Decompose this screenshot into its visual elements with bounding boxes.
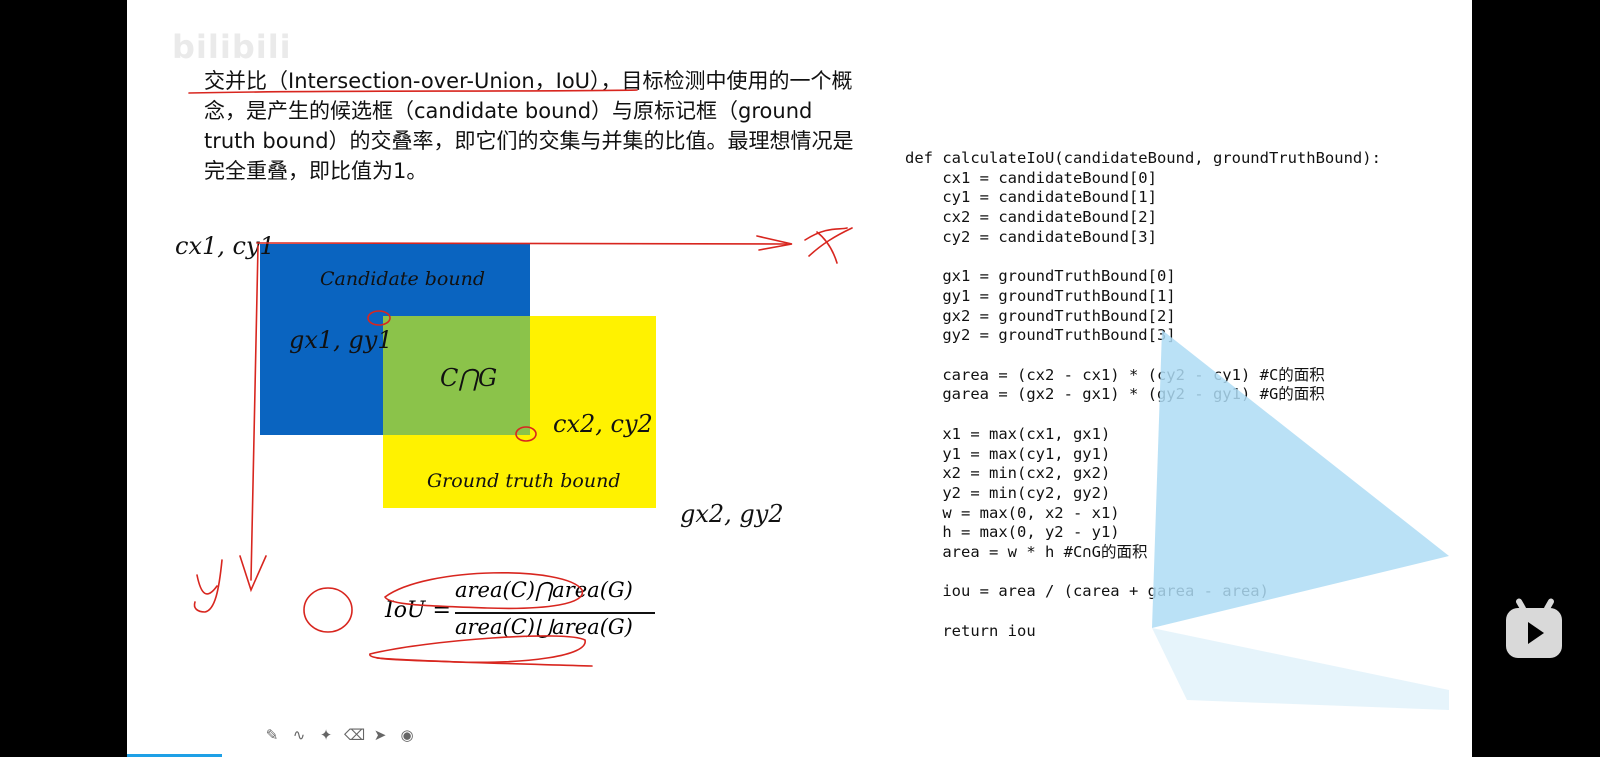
y-glyph (193, 559, 223, 613)
decorative-triangle-fade (1152, 628, 1449, 710)
iou-circle (303, 587, 353, 633)
x-axis-arrow (256, 242, 788, 245)
x-glyph (804, 227, 853, 264)
gx1-circle (367, 310, 391, 326)
annotation-layer (188, 89, 1449, 710)
red-annotations (188, 89, 853, 667)
decorative-triangle (1152, 330, 1449, 628)
pen-icon[interactable]: ✎ (263, 726, 281, 744)
record-icon[interactable]: ◉ (398, 726, 416, 744)
play-icon[interactable] (1506, 608, 1562, 658)
eraser-icon[interactable]: ⌫ (344, 726, 365, 744)
pointer-icon[interactable]: ➤ (371, 726, 389, 744)
y-arrowhead (239, 555, 267, 593)
x-arrowhead (756, 235, 793, 251)
curve-icon[interactable]: ∿ (290, 726, 308, 744)
y-axis-arrow (250, 245, 259, 581)
cx2-circle (515, 426, 537, 442)
numerator-loop (384, 571, 584, 610)
strike-line (188, 89, 638, 94)
marker-icon[interactable]: ✦ (317, 726, 335, 744)
slide-canvas: bilibili 交并比（Intersection-over-Union，IoU… (127, 0, 1472, 757)
denominator-loop (369, 635, 586, 664)
drawing-toolbar: ✎ ∿ ✦ ⌫ ➤ ◉ (263, 726, 416, 744)
